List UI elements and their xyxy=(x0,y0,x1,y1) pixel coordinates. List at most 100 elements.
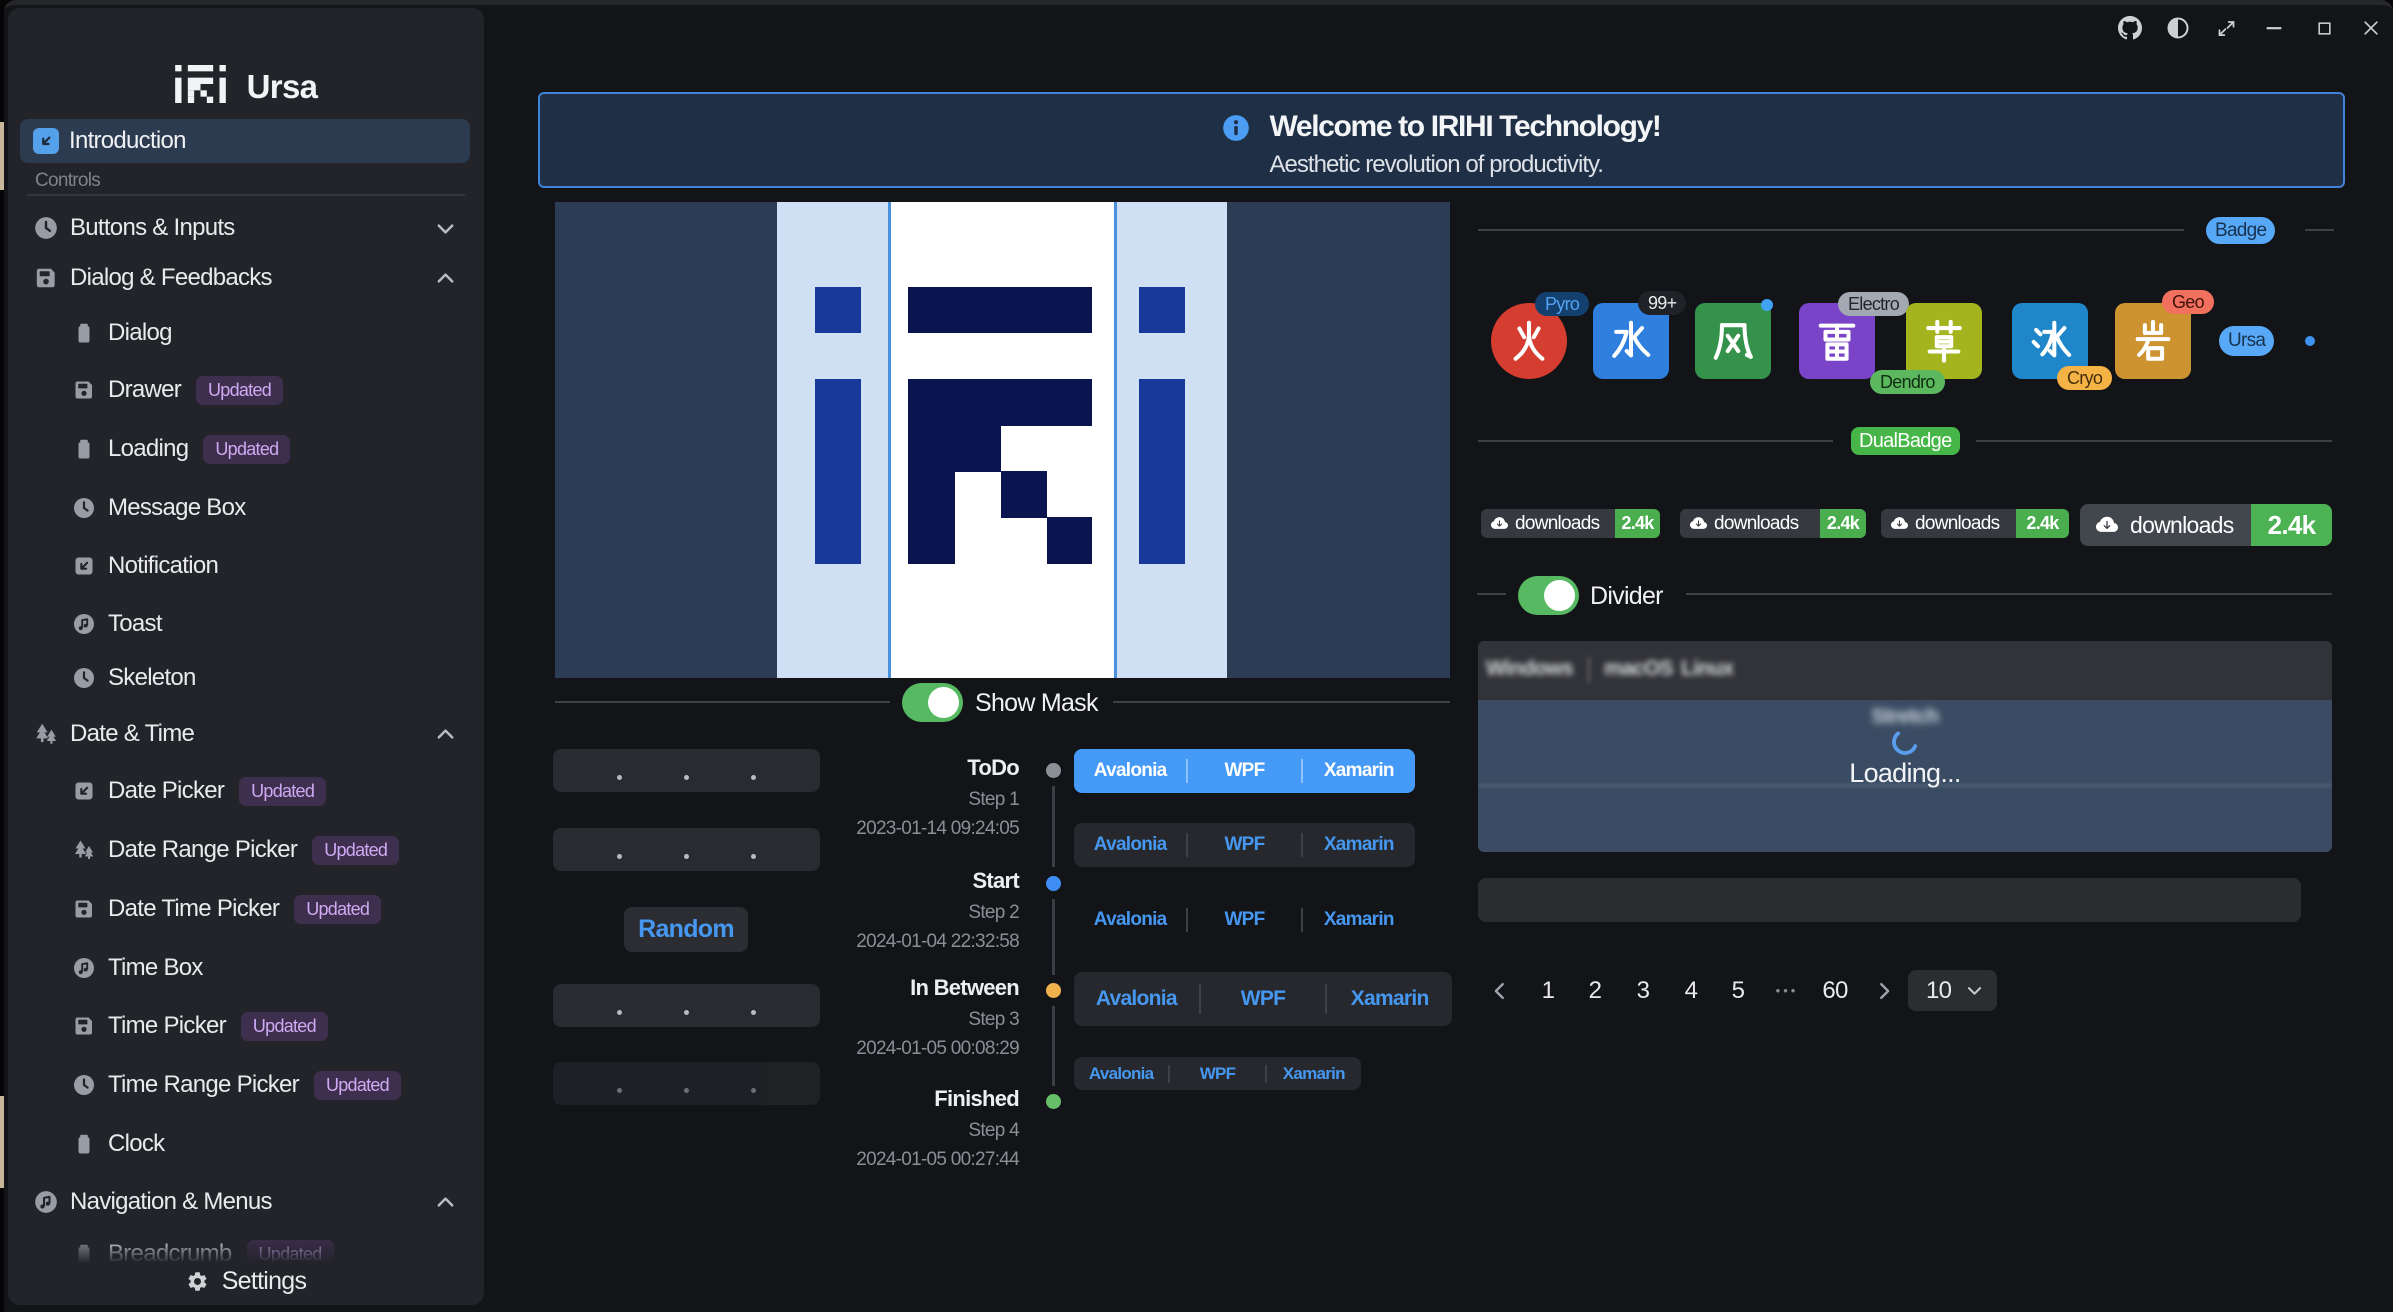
sidebar-item-drawer[interactable]: DrawerUpdated xyxy=(20,364,470,416)
cloud-download-icon xyxy=(1891,515,1908,532)
sidebar-item-time-picker[interactable]: Time PickerUpdated xyxy=(20,1000,470,1052)
date-input-3[interactable] xyxy=(553,984,820,1027)
page-button-60[interactable]: 60 xyxy=(1815,970,1855,1011)
expand-icon[interactable] xyxy=(2203,0,2250,56)
close-icon[interactable] xyxy=(2348,0,2393,56)
maximize-icon[interactable] xyxy=(2301,0,2348,56)
option-xamarin[interactable]: Xamarin xyxy=(1303,834,1415,856)
date-input-4[interactable] xyxy=(553,1062,820,1105)
sidebar-item-date-picker[interactable]: Date PickerUpdated xyxy=(20,765,470,817)
sidebar-item-time-box[interactable]: Time Box xyxy=(20,942,470,994)
sidebar-item-label: Breadcrumb xyxy=(108,1240,232,1268)
divider-line xyxy=(2305,229,2334,231)
sidebar-item-date-time[interactable]: Date & Time xyxy=(20,708,470,760)
date-input-2[interactable] xyxy=(553,828,820,871)
page-next-button[interactable] xyxy=(1864,970,1904,1011)
battery-icon xyxy=(72,1132,96,1156)
sidebar-item-dialog-feedbacks[interactable]: Dialog & Feedbacks xyxy=(20,252,470,304)
timeline-date: 2024-01-05 00:27:44 xyxy=(856,1149,1019,1171)
toggle-knob xyxy=(1544,580,1575,611)
tab-linux[interactable]: Linux xyxy=(1681,657,1733,681)
selection-group-1: AvaloniaWPFXamarin xyxy=(1074,749,1415,793)
trees-icon xyxy=(33,721,59,747)
option-wpf[interactable]: WPF xyxy=(1170,1064,1264,1084)
page-button-4[interactable]: 4 xyxy=(1671,970,1711,1011)
sidebar-item-toast[interactable]: Toast xyxy=(20,598,470,650)
sidebar-item-message-box[interactable]: Message Box xyxy=(20,482,470,534)
option-avalonia[interactable]: Avalonia xyxy=(1074,1064,1168,1084)
sidebar-item-skeleton[interactable]: Skeleton xyxy=(20,652,470,704)
option-avalonia[interactable]: Avalonia xyxy=(1074,987,1199,1011)
sidebar-item-label: Clock xyxy=(108,1130,164,1158)
random-button[interactable]: Random xyxy=(624,907,748,952)
page-size-dropdown[interactable]: 10 xyxy=(1908,970,1997,1011)
arrow-square-icon xyxy=(72,554,96,578)
sidebar-item-introduction[interactable]: Introduction xyxy=(20,119,470,163)
logo-pixel xyxy=(1001,471,1047,518)
option-avalonia[interactable]: Avalonia xyxy=(1074,909,1186,931)
option-wpf[interactable]: WPF xyxy=(1188,760,1300,782)
info-icon xyxy=(1222,114,1250,179)
page-ellipsis[interactable]: ••• xyxy=(1767,970,1807,1011)
cloud-download-icon xyxy=(1690,515,1707,532)
option-xamarin[interactable]: Xamarin xyxy=(1327,987,1452,1011)
divider-line xyxy=(1976,440,2332,442)
theme-contrast-icon[interactable] xyxy=(2155,0,2202,56)
sidebar-item-time-range-picker[interactable]: Time Range PickerUpdated xyxy=(20,1059,470,1111)
option-avalonia[interactable]: Avalonia xyxy=(1074,760,1186,782)
battery-icon xyxy=(72,321,96,345)
page-button-2[interactable]: 2 xyxy=(1575,970,1615,1011)
sidebar-item-date-range-picker[interactable]: Date Range PickerUpdated xyxy=(20,824,470,876)
timeline-dot xyxy=(1046,763,1061,778)
sidebar-item-label: Time Box xyxy=(108,954,203,982)
page-button-5[interactable]: 5 xyxy=(1718,970,1758,1011)
tab-content: Stretch Loading... xyxy=(1478,700,2332,852)
badge-label: Electro xyxy=(1838,292,1909,316)
page-prev-button[interactable] xyxy=(1480,970,1520,1011)
option-wpf[interactable]: WPF xyxy=(1188,909,1300,931)
sidebar-item-settings[interactable]: Settings xyxy=(8,1267,484,1296)
updated-badge: Updated xyxy=(239,777,326,806)
tab-macos[interactable]: macOS xyxy=(1604,657,1673,681)
github-icon[interactable] xyxy=(2107,0,2154,56)
banner-content: Welcome to IRIHI Technology! Aesthetic r… xyxy=(540,94,2343,179)
sidebar-item-label: Introduction xyxy=(69,127,186,155)
page-button-3[interactable]: 3 xyxy=(1623,970,1663,1011)
sidebar-item-clock[interactable]: Clock xyxy=(20,1118,470,1170)
banner-subtitle: Aesthetic revolution of productivity. xyxy=(1269,151,1660,179)
sidebar-item-buttons-inputs[interactable]: Buttons & Inputs xyxy=(20,202,470,254)
page-button-1[interactable]: 1 xyxy=(1528,970,1568,1011)
show-mask-toggle[interactable] xyxy=(902,683,963,722)
timeline-title: In Between xyxy=(910,975,1019,1001)
sidebar-item-date-time-picker[interactable]: Date Time PickerUpdated xyxy=(20,883,470,935)
loading-text: Loading... xyxy=(1478,758,2332,789)
dual-badge-downloads: downloads2.4k xyxy=(1680,509,1866,538)
divider-line xyxy=(1686,593,2332,595)
sidebar-item-dialog[interactable]: Dialog xyxy=(20,307,470,359)
date-input-1[interactable] xyxy=(553,749,820,792)
option-wpf[interactable]: WPF xyxy=(1201,987,1326,1011)
minimize-icon[interactable] xyxy=(2251,0,2298,56)
sidebar-item-label: Notification xyxy=(108,552,218,580)
tab-windows[interactable]: Windows xyxy=(1486,657,1573,681)
sidebar-item-navigation-menus[interactable]: Navigation & Menus xyxy=(20,1176,470,1228)
option-wpf[interactable]: WPF xyxy=(1188,834,1300,856)
downloads-label: downloads xyxy=(1515,513,1599,535)
option-xamarin[interactable]: Xamarin xyxy=(1303,909,1415,931)
save-icon xyxy=(33,265,59,291)
page-size-value: 10 xyxy=(1926,977,1951,1005)
sidebar-item-loading[interactable]: LoadingUpdated xyxy=(20,423,470,475)
option-xamarin[interactable]: Xamarin xyxy=(1303,760,1415,782)
gear-icon xyxy=(186,1270,209,1293)
empty-input-box[interactable] xyxy=(1478,878,2301,922)
chevron-up-icon xyxy=(434,267,457,290)
sidebar-item-label: Navigation & Menus xyxy=(70,1188,272,1216)
option-xamarin[interactable]: Xamarin xyxy=(1267,1064,1361,1084)
option-avalonia[interactable]: Avalonia xyxy=(1074,834,1186,856)
placeholder-dot xyxy=(751,1088,756,1093)
logo-pixel xyxy=(1139,287,1185,333)
divider-toggle[interactable] xyxy=(1518,576,1579,615)
selection-group-3: AvaloniaWPFXamarin xyxy=(1074,898,1415,942)
sidebar-item-notification[interactable]: Notification xyxy=(20,540,470,592)
logo-pixel xyxy=(815,287,861,333)
